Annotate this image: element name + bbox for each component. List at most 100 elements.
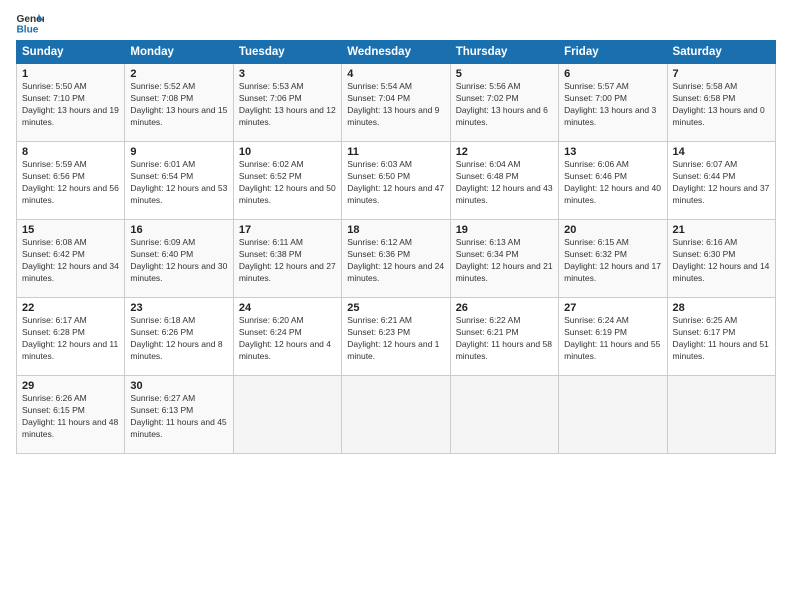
day-number: 27 [564,302,661,314]
calendar-day-cell: 10 Sunrise: 6:02 AM Sunset: 6:52 PM Dayl… [233,142,341,220]
calendar-day-cell: 30 Sunrise: 6:27 AM Sunset: 6:13 PM Dayl… [125,376,233,454]
day-info: Sunrise: 6:25 AM Sunset: 6:17 PM Dayligh… [673,315,770,363]
day-number: 15 [22,224,119,236]
calendar-day-cell: 27 Sunrise: 6:24 AM Sunset: 6:19 PM Dayl… [559,298,667,376]
day-info: Sunrise: 6:03 AM Sunset: 6:50 PM Dayligh… [347,159,444,207]
calendar-day-cell: 1 Sunrise: 5:50 AM Sunset: 7:10 PM Dayli… [17,64,125,142]
day-number: 14 [673,146,770,158]
calendar-week-row: 8 Sunrise: 5:59 AM Sunset: 6:56 PM Dayli… [17,142,776,220]
day-number: 26 [456,302,553,314]
weekday-header: Sunday [17,41,125,64]
calendar-day-cell: 13 Sunrise: 6:06 AM Sunset: 6:46 PM Dayl… [559,142,667,220]
day-info: Sunrise: 6:04 AM Sunset: 6:48 PM Dayligh… [456,159,553,207]
calendar-week-row: 22 Sunrise: 6:17 AM Sunset: 6:28 PM Dayl… [17,298,776,376]
weekday-header: Wednesday [342,41,450,64]
logo: General Blue [16,12,48,34]
calendar-day-cell: 7 Sunrise: 5:58 AM Sunset: 6:58 PM Dayli… [667,64,775,142]
day-info: Sunrise: 6:11 AM Sunset: 6:38 PM Dayligh… [239,237,336,285]
calendar-day-cell: 11 Sunrise: 6:03 AM Sunset: 6:50 PM Dayl… [342,142,450,220]
day-info: Sunrise: 6:16 AM Sunset: 6:30 PM Dayligh… [673,237,770,285]
day-number: 16 [130,224,227,236]
calendar-day-cell: 19 Sunrise: 6:13 AM Sunset: 6:34 PM Dayl… [450,220,558,298]
calendar-day-cell: 3 Sunrise: 5:53 AM Sunset: 7:06 PM Dayli… [233,64,341,142]
day-info: Sunrise: 6:20 AM Sunset: 6:24 PM Dayligh… [239,315,336,363]
page-container: General Blue SundayMondayTuesdayWednesda… [0,0,792,462]
day-info: Sunrise: 6:08 AM Sunset: 6:42 PM Dayligh… [22,237,119,285]
calendar-day-cell: 18 Sunrise: 6:12 AM Sunset: 6:36 PM Dayl… [342,220,450,298]
calendar-day-cell: 16 Sunrise: 6:09 AM Sunset: 6:40 PM Dayl… [125,220,233,298]
day-number: 17 [239,224,336,236]
day-info: Sunrise: 5:56 AM Sunset: 7:02 PM Dayligh… [456,81,553,129]
weekday-header: Monday [125,41,233,64]
day-number: 9 [130,146,227,158]
calendar-day-cell: 28 Sunrise: 6:25 AM Sunset: 6:17 PM Dayl… [667,298,775,376]
day-number: 29 [22,380,119,392]
day-info: Sunrise: 5:50 AM Sunset: 7:10 PM Dayligh… [22,81,119,129]
day-number: 7 [673,68,770,80]
calendar-day-cell: 12 Sunrise: 6:04 AM Sunset: 6:48 PM Dayl… [450,142,558,220]
calendar-day-cell: 22 Sunrise: 6:17 AM Sunset: 6:28 PM Dayl… [17,298,125,376]
day-number: 23 [130,302,227,314]
day-number: 30 [130,380,227,392]
calendar-day-cell: 17 Sunrise: 6:11 AM Sunset: 6:38 PM Dayl… [233,220,341,298]
day-number: 3 [239,68,336,80]
day-info: Sunrise: 6:02 AM Sunset: 6:52 PM Dayligh… [239,159,336,207]
weekday-header: Friday [559,41,667,64]
day-number: 8 [22,146,119,158]
day-info: Sunrise: 5:54 AM Sunset: 7:04 PM Dayligh… [347,81,444,129]
day-number: 20 [564,224,661,236]
day-number: 11 [347,146,444,158]
calendar-day-cell: 26 Sunrise: 6:22 AM Sunset: 6:21 PM Dayl… [450,298,558,376]
weekday-header: Saturday [667,41,775,64]
day-number: 25 [347,302,444,314]
day-number: 4 [347,68,444,80]
day-info: Sunrise: 5:52 AM Sunset: 7:08 PM Dayligh… [130,81,227,129]
calendar-day-cell: 21 Sunrise: 6:16 AM Sunset: 6:30 PM Dayl… [667,220,775,298]
weekday-header: Tuesday [233,41,341,64]
day-info: Sunrise: 6:13 AM Sunset: 6:34 PM Dayligh… [456,237,553,285]
header-row: SundayMondayTuesdayWednesdayThursdayFrid… [17,41,776,64]
calendar-day-cell: 23 Sunrise: 6:18 AM Sunset: 6:26 PM Dayl… [125,298,233,376]
day-info: Sunrise: 6:07 AM Sunset: 6:44 PM Dayligh… [673,159,770,207]
calendar-day-cell [667,376,775,454]
calendar-week-row: 29 Sunrise: 6:26 AM Sunset: 6:15 PM Dayl… [17,376,776,454]
day-info: Sunrise: 6:12 AM Sunset: 6:36 PM Dayligh… [347,237,444,285]
day-info: Sunrise: 5:59 AM Sunset: 6:56 PM Dayligh… [22,159,119,207]
day-info: Sunrise: 5:58 AM Sunset: 6:58 PM Dayligh… [673,81,770,129]
day-info: Sunrise: 6:01 AM Sunset: 6:54 PM Dayligh… [130,159,227,207]
calendar-week-row: 1 Sunrise: 5:50 AM Sunset: 7:10 PM Dayli… [17,64,776,142]
day-number: 1 [22,68,119,80]
day-number: 2 [130,68,227,80]
calendar-week-row: 15 Sunrise: 6:08 AM Sunset: 6:42 PM Dayl… [17,220,776,298]
day-number: 10 [239,146,336,158]
calendar-day-cell: 25 Sunrise: 6:21 AM Sunset: 6:23 PM Dayl… [342,298,450,376]
calendar-day-cell: 4 Sunrise: 5:54 AM Sunset: 7:04 PM Dayli… [342,64,450,142]
day-info: Sunrise: 6:21 AM Sunset: 6:23 PM Dayligh… [347,315,444,363]
calendar-day-cell [233,376,341,454]
calendar-day-cell: 20 Sunrise: 6:15 AM Sunset: 6:32 PM Dayl… [559,220,667,298]
day-info: Sunrise: 6:09 AM Sunset: 6:40 PM Dayligh… [130,237,227,285]
calendar-day-cell: 2 Sunrise: 5:52 AM Sunset: 7:08 PM Dayli… [125,64,233,142]
day-number: 21 [673,224,770,236]
day-number: 6 [564,68,661,80]
day-info: Sunrise: 6:24 AM Sunset: 6:19 PM Dayligh… [564,315,661,363]
calendar-body: 1 Sunrise: 5:50 AM Sunset: 7:10 PM Dayli… [17,64,776,454]
day-info: Sunrise: 6:18 AM Sunset: 6:26 PM Dayligh… [130,315,227,363]
day-number: 22 [22,302,119,314]
day-info: Sunrise: 5:57 AM Sunset: 7:00 PM Dayligh… [564,81,661,129]
day-info: Sunrise: 6:17 AM Sunset: 6:28 PM Dayligh… [22,315,119,363]
day-info: Sunrise: 6:26 AM Sunset: 6:15 PM Dayligh… [22,393,119,441]
day-number: 13 [564,146,661,158]
day-info: Sunrise: 6:06 AM Sunset: 6:46 PM Dayligh… [564,159,661,207]
svg-text:Blue: Blue [16,24,38,34]
day-info: Sunrise: 5:53 AM Sunset: 7:06 PM Dayligh… [239,81,336,129]
calendar-day-cell: 5 Sunrise: 5:56 AM Sunset: 7:02 PM Dayli… [450,64,558,142]
calendar-day-cell: 8 Sunrise: 5:59 AM Sunset: 6:56 PM Dayli… [17,142,125,220]
calendar-day-cell: 15 Sunrise: 6:08 AM Sunset: 6:42 PM Dayl… [17,220,125,298]
day-number: 5 [456,68,553,80]
calendar-day-cell: 9 Sunrise: 6:01 AM Sunset: 6:54 PM Dayli… [125,142,233,220]
calendar-day-cell: 29 Sunrise: 6:26 AM Sunset: 6:15 PM Dayl… [17,376,125,454]
weekday-header: Thursday [450,41,558,64]
header: General Blue [16,12,776,34]
calendar-day-cell [342,376,450,454]
